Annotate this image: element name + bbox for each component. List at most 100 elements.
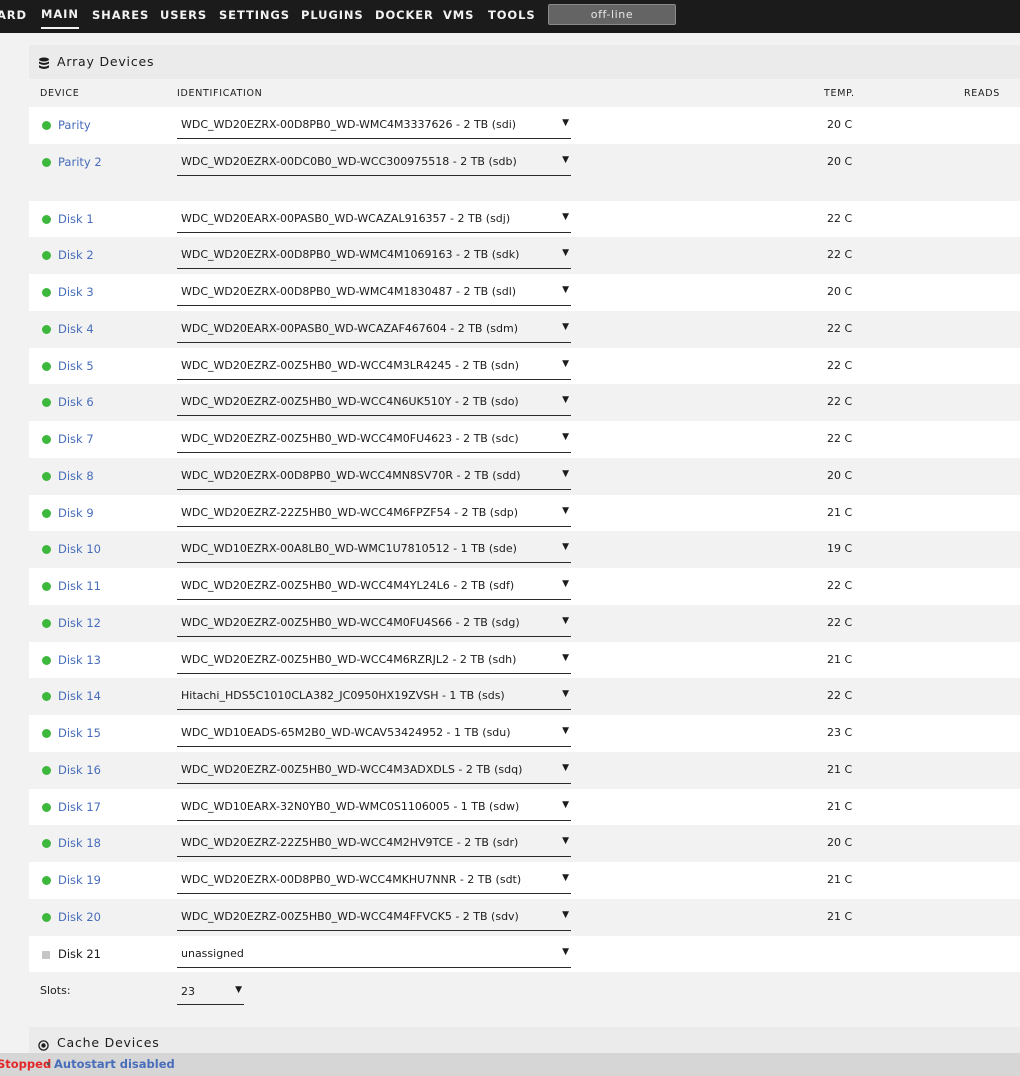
device-select[interactable]: WDC_WD10EARX-32N0YB0_WD-WMC0S1106005 - 1… [177, 794, 571, 821]
device-name-link[interactable]: Disk 3 [58, 285, 94, 299]
device-select[interactable]: WDC_WD20EARX-00PASB0_WD-WCAZAF467604 - 2… [177, 316, 571, 343]
device-name-link[interactable]: Disk 7 [58, 432, 94, 446]
device-select[interactable]: WDC_WD20EZRX-00D8PB0_WD-WMC4M3337626 - 2… [177, 112, 571, 139]
chevron-down-icon: ▼ [562, 358, 569, 369]
nav-tools[interactable]: TOOLS [488, 0, 536, 31]
device-temp: 22 C [827, 579, 853, 592]
table-row: Disk 8 WDC_WD20EZRX-00D8PB0_WD-WCC4MN8SV7… [29, 457, 1020, 495]
device-select[interactable]: WDC_WD20EZRZ-00Z5HB0_WD-WCC4N6UK510Y - 2… [177, 389, 571, 417]
device-select[interactable]: WDC_WD20EARX-00PASB0_WD-WCAZAL916357 - 2… [177, 206, 571, 233]
device-name-link[interactable]: Disk 4 [58, 322, 94, 336]
device-name-link[interactable]: Disk 1 [58, 212, 94, 226]
device-name-link[interactable]: Disk 12 [58, 616, 101, 630]
device-select[interactable]: WDC_WD20EZRX-00D8PB0_WD-WCC4MKHU7NNR - 2… [177, 867, 571, 894]
status-indicator-icon [42, 214, 51, 224]
device-select[interactable]: unassigned ▼ [177, 941, 571, 968]
device-name-link[interactable]: Disk 15 [58, 726, 101, 740]
device-name-link[interactable]: Disk 19 [58, 873, 101, 887]
device-name-link[interactable]: Disk 14 [58, 689, 101, 703]
footer-separator: • [45, 1057, 52, 1071]
device-select[interactable]: WDC_WD20EZRZ-22Z5HB0_WD-WCC4M2HV9TCE - 2… [177, 830, 571, 858]
chevron-down-icon: ▼ [562, 211, 569, 222]
device-name-link[interactable]: Parity [58, 118, 91, 132]
nav-vms[interactable]: VMS [443, 0, 474, 31]
device-select[interactable]: WDC_WD20EZRZ-22Z5HB0_WD-WCC4M6FPZF54 - 2… [177, 500, 571, 527]
device-name-link[interactable]: Disk 18 [58, 836, 101, 850]
status-indicator-icon [42, 251, 51, 261]
nav-dashboard[interactable]: ARD [0, 0, 27, 31]
device-name-link[interactable]: Disk 13 [58, 653, 101, 667]
device-select-value: WDC_WD20EARX-00PASB0_WD-WCAZAL916357 - 2… [181, 211, 511, 225]
status-indicator-icon [42, 398, 51, 408]
device-select[interactable]: WDC_WD20EZRX-00D8PB0_WD-WCC4MN8SV70R - 2… [177, 463, 571, 490]
autostart-link[interactable]: Autostart disabled [54, 1057, 175, 1071]
device-temp: 21 C [827, 652, 853, 666]
array-devices-panel: Array Devices DEVICE IDENTIFICATION TEMP… [29, 45, 1020, 1010]
table-row: Disk 14 Hitachi_HDS5C1010CLA382_JC0950HX1… [29, 678, 1020, 716]
device-temp: 22 C [827, 211, 853, 225]
device-select[interactable]: WDC_WD10EADS-65M2B0_WD-WCAV53424952 - 1 … [177, 720, 571, 747]
device-select[interactable]: WDC_WD20EZRX-00D8PB0_WD-WMC4M1830487 - 2… [177, 279, 571, 306]
device-name-link[interactable]: Disk 6 [58, 395, 94, 409]
device-select[interactable]: WDC_WD20EZRZ-00Z5HB0_WD-WCC4M6RZRJL2 - 2… [177, 647, 571, 674]
chevron-down-icon: ▼ [562, 689, 569, 700]
device-name-link[interactable]: Disk 5 [58, 359, 94, 373]
device-temp: 21 C [827, 873, 853, 886]
device-name-link[interactable]: Disk 8 [58, 469, 94, 483]
device-select[interactable]: WDC_WD20EZRZ-00Z5HB0_WD-WCC4M0FU4623 - 2… [177, 426, 571, 453]
table-row: Disk 6 WDC_WD20EZRZ-00Z5HB0_WD-WCC4N6UK51… [29, 384, 1020, 422]
nav-users[interactable]: USERS [160, 0, 207, 31]
header-temp: TEMP. [824, 88, 855, 99]
chevron-down-icon: ▼ [235, 985, 242, 996]
device-name-link[interactable]: Disk 11 [58, 579, 101, 593]
device-temp: 22 C [827, 615, 853, 629]
device-name-link[interactable]: Disk 9 [58, 506, 94, 520]
chevron-down-icon: ▼ [562, 726, 569, 736]
nav-main[interactable]: MAIN [41, 0, 79, 29]
chevron-down-icon: ▼ [562, 579, 569, 589]
slots-select[interactable]: 23 ▼ [177, 978, 244, 1006]
nav-docker[interactable]: DOCKER [375, 0, 434, 31]
chevron-down-icon: ▼ [562, 799, 569, 810]
device-select[interactable]: WDC_WD10EZRX-00A8LB0_WD-WMC1U7810512 - 1… [177, 536, 571, 564]
status-indicator-icon [42, 545, 51, 555]
nav-settings[interactable]: SETTINGS [219, 0, 290, 31]
nav-shares[interactable]: SHARES [92, 0, 149, 31]
device-select-value: WDC_WD20EZRZ-00Z5HB0_WD-WCC4M6RZRJL2 - 2… [181, 652, 517, 666]
device-select-value: WDC_WD20EZRX-00DC0B0_WD-WCC300975518 - 2… [181, 154, 517, 168]
chevron-down-icon: ▼ [562, 432, 569, 442]
device-select-value: unassigned [181, 946, 244, 960]
device-select[interactable]: WDC_WD20EZRX-00DC0B0_WD-WCC300975518 - 2… [177, 149, 571, 176]
device-name-link[interactable]: Disk 10 [58, 542, 101, 556]
table-row: Disk 19 WDC_WD20EZRX-00D8PB0_WD-WCC4MKHU7… [29, 862, 1020, 899]
device-temp: 21 C [827, 762, 853, 776]
device-select-value: WDC_WD20EZRZ-00Z5HB0_WD-WCC4M3ADXDLS - 2… [181, 762, 523, 776]
device-select[interactable]: WDC_WD20EZRX-00D8PB0_WD-WMC4M1069163 - 2… [177, 242, 571, 270]
device-name-link[interactable]: Disk 17 [58, 800, 101, 814]
device-select[interactable]: WDC_WD20EZRZ-00Z5HB0_WD-WCC4M3LR4245 - 2… [177, 353, 571, 380]
table-row: Parity 2 WDC_WD20EZRX-00DC0B0_WD-WCC30097… [29, 143, 1020, 181]
device-name-link[interactable]: Disk 2 [58, 248, 94, 262]
chevron-down-icon: ▼ [562, 505, 569, 516]
server-status-box: off-line [548, 4, 676, 25]
device-select[interactable]: Hitachi_HDS5C1010CLA382_JC0950HX19ZVSH -… [177, 683, 571, 711]
device-name-link[interactable]: Disk 20 [58, 910, 101, 924]
status-indicator-icon [42, 839, 51, 849]
device-select[interactable]: WDC_WD20EZRZ-00Z5HB0_WD-WCC4M4YL24L6 - 2… [177, 573, 571, 600]
status-indicator-icon [42, 802, 51, 812]
device-select[interactable]: WDC_WD20EZRZ-00Z5HB0_WD-WCC4M0FU4S66 - 2… [177, 610, 571, 637]
device-select-value: WDC_WD20EZRZ-00Z5HB0_WD-WCC4N6UK510Y - 2… [181, 395, 519, 409]
device-name-link[interactable]: Parity 2 [58, 155, 102, 169]
device-select[interactable]: WDC_WD20EZRZ-00Z5HB0_WD-WCC4M4FFVCK5 - 2… [177, 904, 571, 931]
status-indicator-icon [42, 582, 51, 591]
device-select-value: WDC_WD20EZRX-00D8PB0_WD-WMC4M1830487 - 2… [181, 285, 517, 298]
device-select-value: WDC_WD20EZRZ-22Z5HB0_WD-WCC4M2HV9TCE - 2… [181, 836, 519, 850]
device-temp: 19 C [827, 542, 853, 556]
nav-plugins[interactable]: PLUGINS [301, 0, 364, 31]
chevron-down-icon: ▼ [562, 836, 569, 847]
device-select-value: WDC_WD20EZRZ-00Z5HB0_WD-WCC4M0FU4623 - 2… [181, 432, 519, 445]
table-row: Disk 2 WDC_WD20EZRX-00D8PB0_WD-WMC4M10691… [29, 237, 1020, 275]
device-name-link[interactable]: Disk 16 [58, 763, 101, 777]
device-select-value: WDC_WD20EZRZ-22Z5HB0_WD-WCC4M6FPZF54 - 2… [181, 505, 519, 519]
device-select[interactable]: WDC_WD20EZRZ-00Z5HB0_WD-WCC4M3ADXDLS - 2… [177, 757, 571, 784]
